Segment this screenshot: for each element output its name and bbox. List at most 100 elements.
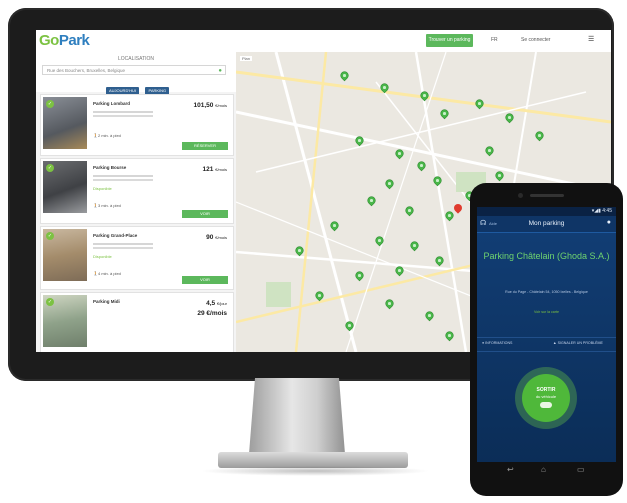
front-camera [518, 193, 523, 198]
parking-name: Parking Grand-Place [93, 233, 138, 238]
search-value: Rue des Bouchers, Bruxelles, Belgique [47, 68, 126, 73]
parking-pin-icon[interactable] [356, 137, 363, 146]
walk-time-text: 3 min. à pied [97, 203, 121, 208]
walk-time: 🚶3 min. à pied [93, 203, 121, 208]
parking-pin-icon[interactable] [421, 92, 428, 101]
parking-card[interactable]: ✓ Parking Midi 4,5 €/jour 29 €/mois [40, 292, 234, 352]
walk-time-text: 4 min. à pied [97, 271, 121, 276]
parking-pin-icon[interactable] [406, 207, 413, 216]
results-panel: LOCALISATION Rue des Bouchers, Bruxelles… [36, 52, 236, 352]
parking-pin-icon[interactable] [434, 177, 441, 186]
parking-pin-icon[interactable] [396, 267, 403, 276]
status-bar: ▾◢▮ 4:45 [477, 207, 616, 216]
android-nav-bar: ↩ ⌂ ▭ [477, 462, 616, 480]
price-value: 101,50 [193, 102, 214, 109]
parking-pin-icon[interactable] [418, 162, 425, 171]
parking-title: Parking Châtelain (Ghoda S.A.) [483, 251, 610, 261]
car-icon [540, 402, 552, 408]
parking-pin-icon[interactable] [486, 147, 493, 156]
parking-pin-icon[interactable] [476, 100, 483, 109]
parking-pin-icon[interactable] [296, 247, 303, 256]
parking-pin-icon[interactable] [506, 114, 513, 123]
parking-pin-icon[interactable] [341, 72, 348, 81]
parking-price-alt: 29 €/mois [197, 310, 227, 317]
parking-pin-icon[interactable] [446, 212, 453, 221]
phone-tabs: ● INFORMATIONS ▲ SIGNALER UN PROBLÈME [477, 337, 616, 352]
language-selector[interactable]: FR [491, 37, 498, 43]
tab-report[interactable]: ▲ SIGNALER UN PROBLÈME [553, 341, 603, 345]
parking-pin-icon[interactable] [386, 300, 393, 309]
search-input[interactable]: Rue des Bouchers, Bruxelles, Belgique ● [42, 65, 226, 75]
price-value: 121 [202, 166, 214, 173]
parking-details [93, 243, 153, 245]
search-header: LOCALISATION Rue des Bouchers, Bruxelles… [36, 52, 236, 95]
parking-pin-icon[interactable] [386, 180, 393, 189]
parking-pin-icon[interactable] [496, 172, 503, 181]
tab-info-label: INFORMATIONS [485, 341, 513, 345]
app-logo[interactable]: GoPark [39, 32, 90, 49]
parking-price: 4,5 €/jour [206, 300, 227, 307]
parking-pin-icon[interactable] [446, 332, 453, 341]
parking-pin-icon[interactable] [536, 132, 543, 141]
price-unit: €/jour [216, 301, 227, 306]
walk-time-text: 2 min. à pied [97, 133, 121, 138]
menu-icon[interactable]: ☰ [588, 35, 594, 43]
check-icon: ✓ [46, 232, 54, 240]
parking-pin-icon[interactable] [316, 292, 323, 301]
parking-photo: ✓ [43, 161, 87, 213]
monitor-stand [249, 378, 345, 454]
parking-pin-icon[interactable] [381, 84, 388, 93]
map-link[interactable]: Voir sur la carte [477, 310, 616, 314]
parking-name: Parking Lombard [93, 101, 131, 106]
parking-pin-icon[interactable] [356, 272, 363, 281]
parking-pin-icon[interactable] [396, 150, 403, 159]
availability-label: Disponible [93, 186, 112, 191]
tab-info[interactable]: ● INFORMATIONS [482, 341, 512, 345]
parking-photo: ✓ [43, 229, 87, 281]
location-pin-icon: ● [218, 68, 222, 74]
parking-price: 121 €/mois [203, 166, 227, 173]
check-icon: ✓ [46, 298, 54, 306]
parking-pin-icon[interactable] [346, 322, 353, 331]
phone-screen: ▾◢▮ 4:45 ☊ Aide Mon parking ● Parking Ch… [477, 207, 616, 462]
parking-details [93, 111, 153, 113]
parking-pin-icon[interactable] [376, 237, 383, 246]
check-icon: ✓ [46, 164, 54, 172]
phone-app-bar: ☊ Aide Mon parking ● [477, 216, 616, 233]
parking-card[interactable]: ✓ Parking Grand-Place 90 €/mois Disponib… [40, 226, 234, 290]
parking-address: Rue du Page - Châtelain 54, 1050 Ixelles… [505, 290, 588, 294]
login-link[interactable]: Se connecter [521, 37, 550, 43]
book-button[interactable]: RÉSERVER [182, 142, 228, 150]
parking-pin-icon[interactable] [368, 197, 375, 206]
view-button[interactable]: VOIR [182, 210, 228, 218]
current-location-icon [454, 204, 462, 215]
phone-speaker [530, 194, 564, 197]
availability-label: Disponible [93, 254, 112, 259]
parking-pin-icon[interactable] [436, 257, 443, 266]
exit-vehicle-button[interactable]: SORTIR du véhicule [522, 374, 570, 422]
user-icon[interactable]: ● [607, 219, 611, 226]
price-unit: €/mois [215, 167, 227, 172]
stand-shadow [200, 466, 430, 476]
back-icon[interactable]: ↩ [507, 465, 514, 474]
view-button[interactable]: VOIR [182, 276, 228, 284]
parking-card[interactable]: ✓ Parking Bourse 121 €/mois Disponible 🚶… [40, 158, 234, 224]
parking-pin-icon[interactable] [426, 312, 433, 321]
parking-card[interactable]: ✓ Parking Lombard 101,50 €/mois 🚶2 min. … [40, 94, 234, 156]
price-unit: €/mois [215, 235, 227, 240]
price-value: 90 [206, 234, 214, 241]
parking-pin-icon[interactable] [331, 222, 338, 231]
filter-chips: AUJOURD'HUI PARKING [106, 79, 171, 95]
parking-details [93, 175, 153, 177]
status-time: 4:45 [602, 208, 612, 214]
parking-pin-icon[interactable] [411, 242, 418, 251]
logo-suffix: Park [58, 32, 90, 49]
logo-prefix: Go [39, 32, 59, 49]
map-type-toggle[interactable]: Plan [240, 56, 253, 61]
exit-label: SORTIR [536, 387, 556, 393]
parking-pin-icon[interactable] [441, 110, 448, 119]
find-parking-button[interactable]: Trouver un parking [426, 34, 473, 47]
home-icon[interactable]: ⌂ [541, 465, 546, 474]
recents-icon[interactable]: ▭ [577, 465, 585, 474]
price-unit: €/mois [215, 103, 227, 108]
